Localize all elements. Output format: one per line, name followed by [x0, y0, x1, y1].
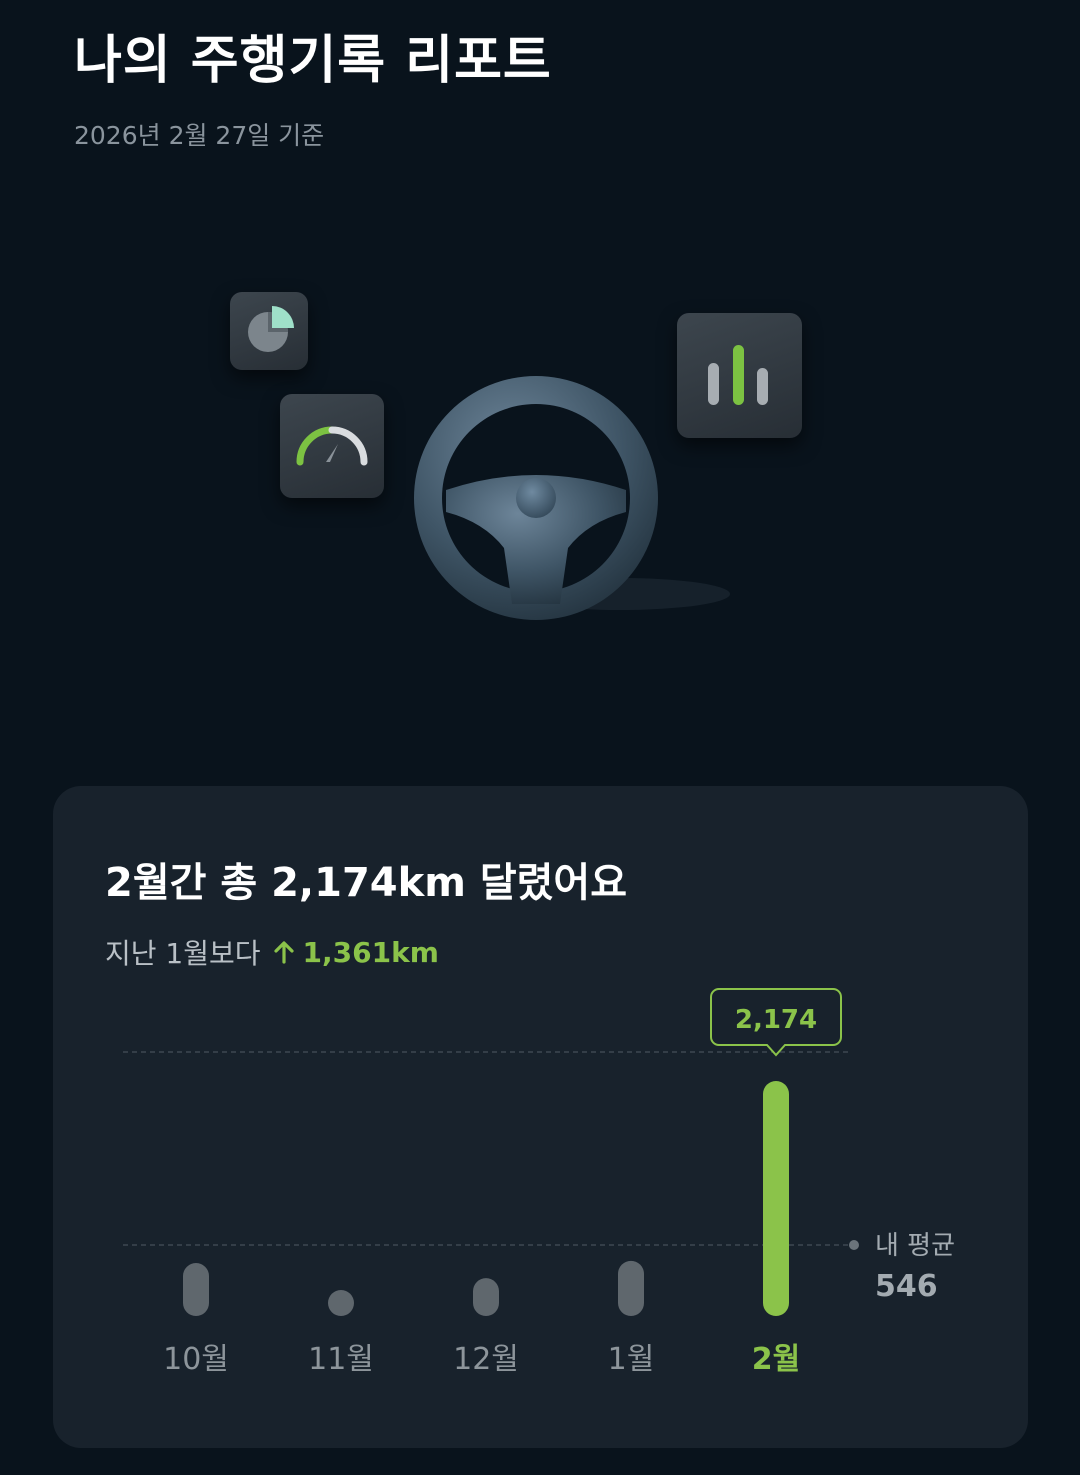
average-dot [849, 1240, 859, 1250]
chart-bar-5 [763, 1081, 789, 1316]
steering-wheel-icon [410, 372, 730, 632]
chart-bar-4 [618, 1260, 644, 1316]
chart-x-label-5: 2월 [752, 1342, 800, 1377]
chart-x-label-2: 11월 [308, 1342, 374, 1377]
page-title: 나의 주행기록 리포트 [74, 31, 552, 91]
report-date: 2026년 2월 27일 기준 [74, 121, 325, 150]
driving-summary-card: 2월간 총 2,174km 달렸어요 지난 1월보다 1,361km 내 평균 5… [53, 786, 1028, 1448]
chart-x-label-4: 1월 [608, 1342, 655, 1377]
chart-x-label-1: 10월 [163, 1342, 229, 1377]
highlight-value-label: 2,174 [735, 1005, 817, 1035]
chart-x-label-3: 12월 [453, 1342, 519, 1377]
hero-illustration [200, 280, 840, 660]
chart-bar-1 [183, 1263, 209, 1316]
chart-bar-3 [473, 1278, 499, 1316]
chart-bar-2 [328, 1290, 354, 1316]
average-value: 546 [875, 1269, 938, 1304]
pie-chart-icon [230, 292, 308, 370]
monthly-distance-chart: 내 평균 546 10월 11월 12월 1월 2월 2,174 [123, 988, 955, 1377]
speedometer-icon [280, 394, 384, 498]
average-label: 내 평균 [875, 1231, 955, 1261]
